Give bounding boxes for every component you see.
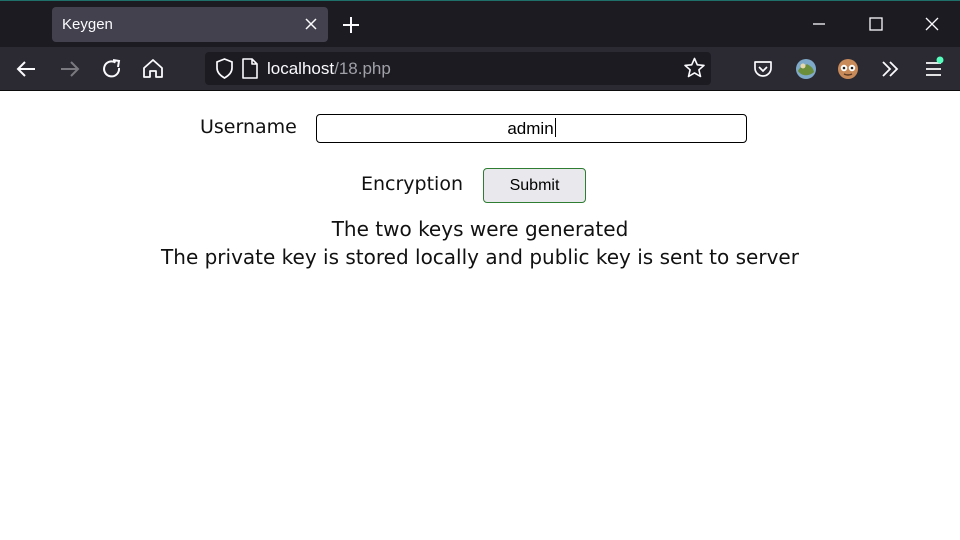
tab-title: Keygen [62,16,113,33]
url-host: localhost [267,59,335,78]
tab-keygen[interactable]: Keygen [52,7,328,42]
maximize-icon[interactable] [861,9,891,39]
close-window-icon[interactable] [917,9,947,39]
navigation-toolbar: localhost/18.php [0,47,960,90]
close-tab-icon[interactable] [302,15,320,33]
status-message-line-2: The private key is stored locally and pu… [161,245,799,269]
username-label: Username [200,116,297,138]
back-icon[interactable] [13,55,41,83]
extension-avatar-icon[interactable] [834,55,862,83]
pocket-icon[interactable] [749,55,777,83]
tab-strip: Keygen [0,0,960,47]
bookmark-star-icon[interactable] [681,55,708,82]
reload-icon[interactable] [98,55,126,83]
minimize-icon[interactable] [804,9,834,39]
username-value: admin [507,119,554,138]
extension-globe-icon[interactable] [792,55,820,83]
address-bar[interactable]: localhost/18.php [205,52,711,85]
home-icon[interactable] [139,55,167,83]
status-message-line-1: The two keys were generated [331,217,629,241]
text-caret [554,118,556,137]
update-dot-icon [936,56,944,64]
url-path: /18.php [334,59,391,78]
encryption-label: Encryption [361,173,464,195]
overflow-chevrons-icon[interactable] [876,55,904,83]
app-menu-icon[interactable] [920,55,948,83]
new-tab-icon[interactable] [338,12,364,38]
page-content: Username admin Encryption Submit The two… [0,91,960,540]
username-input[interactable]: admin [316,114,747,143]
tracking-protection-shield-icon[interactable] [211,55,238,82]
page-icon[interactable] [239,56,261,81]
forward-icon[interactable] [55,55,83,83]
url-text[interactable]: localhost/18.php [267,52,391,85]
submit-button[interactable]: Submit [483,168,586,203]
